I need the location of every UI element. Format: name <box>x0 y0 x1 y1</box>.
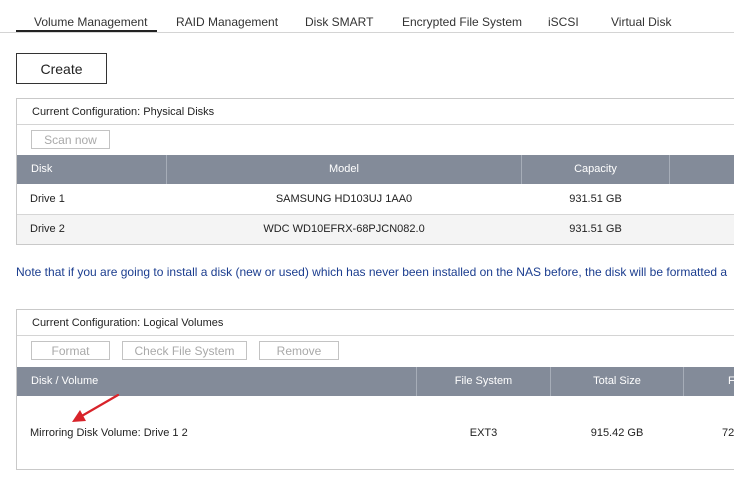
table-row[interactable]: Drive 1 SAMSUNG HD103UJ 1AA0 931.51 GB <box>17 184 734 214</box>
tab-virtual-disk[interactable]: Virtual Disk <box>611 15 671 29</box>
create-button[interactable]: Create <box>16 53 107 84</box>
tab-bar: Volume Management RAID Management Disk S… <box>0 0 734 33</box>
cell-total-size: 915.42 GB <box>590 427 644 439</box>
format-button[interactable]: Format <box>31 341 110 360</box>
tab-volume-management[interactable]: Volume Management <box>34 15 147 29</box>
tab-iscsi[interactable]: iSCSI <box>548 15 579 29</box>
cell-file-system: EXT3 <box>469 427 498 439</box>
check-file-system-button[interactable]: Check File System <box>122 341 247 360</box>
cell-disk: Drive 2 <box>30 223 65 235</box>
scan-now-button[interactable]: Scan now <box>31 130 110 149</box>
cell-model: WDC WD10EFRX-68PJCN082.0 <box>263 223 425 235</box>
cell-disk: Drive 1 <box>30 193 65 205</box>
column-header-capacity[interactable]: Capacity <box>522 155 669 184</box>
column-divider <box>683 367 684 396</box>
cell-capacity: 931.51 GB <box>569 223 622 235</box>
column-header-file-system[interactable]: File System <box>417 367 550 396</box>
cell-model: SAMSUNG HD103UJ 1AA0 <box>275 193 413 205</box>
physical-table-header: Disk Model Capacity <box>17 155 734 184</box>
tab-disk-smart[interactable]: Disk SMART <box>305 15 373 29</box>
tab-raid-management[interactable]: RAID Management <box>176 15 278 29</box>
physical-disks-title: Current Configuration: Physical Disks <box>32 106 215 118</box>
red-arrow-annotation <box>72 393 120 422</box>
table-row[interactable]: Drive 2 WDC WD10EFRX-68PJCN082.0 931.51 … <box>17 215 734 244</box>
column-header-model[interactable]: Model <box>167 155 521 184</box>
tab-encrypted-file-system[interactable]: Encrypted File System <box>402 15 522 29</box>
format-warning-note: Note that if you are going to install a … <box>16 265 728 279</box>
cell-free-size: 72 <box>722 427 734 439</box>
column-header-total-size[interactable]: Total Size <box>551 367 683 396</box>
column-header-free-size[interactable]: F <box>728 367 734 396</box>
column-header-disk[interactable]: Disk <box>31 155 52 184</box>
physical-disks-panel: Current Configuration: Physical Disks Sc… <box>16 98 734 245</box>
logical-volumes-title: Current Configuration: Logical Volumes <box>32 317 224 329</box>
cell-capacity: 931.51 GB <box>569 193 622 205</box>
tab-bar-divider <box>0 32 734 33</box>
panel-divider <box>17 124 734 125</box>
panel-divider <box>17 335 734 336</box>
remove-button[interactable]: Remove <box>259 341 339 360</box>
column-divider <box>669 155 670 184</box>
